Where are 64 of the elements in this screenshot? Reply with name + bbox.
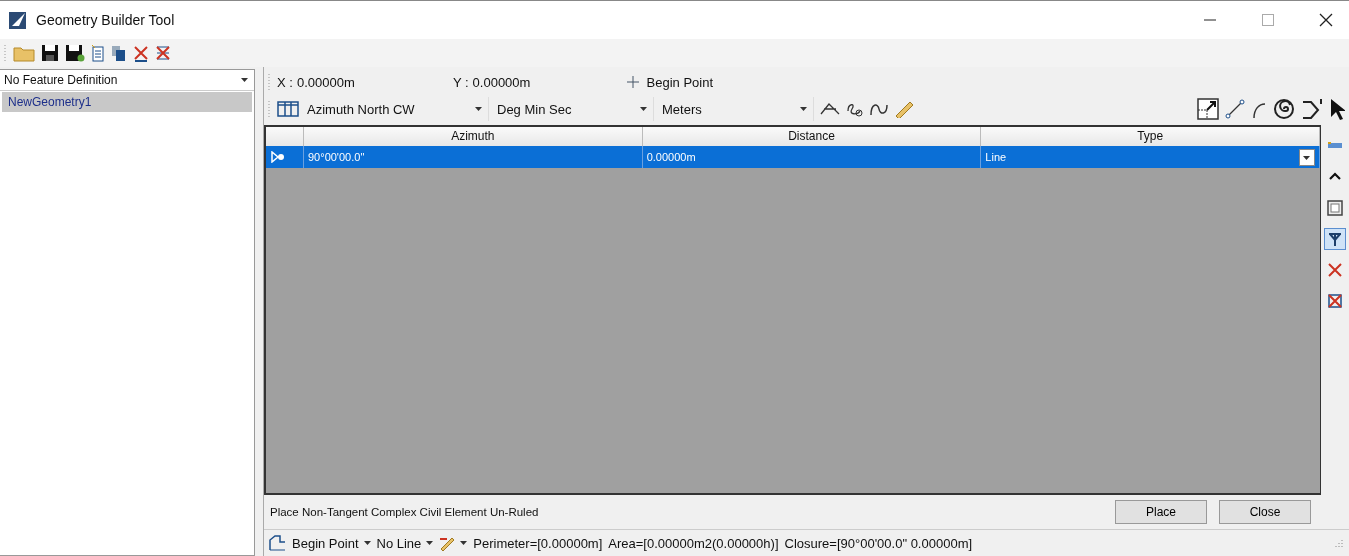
x-value[interactable]: 0.00000m — [296, 74, 447, 90]
caret-icon — [241, 78, 248, 82]
pencil-icon — [439, 535, 456, 551]
feature-dropdown[interactable]: No Feature Definition — [0, 70, 254, 91]
close-icon[interactable] — [1319, 13, 1333, 27]
spiral-curve-icon[interactable] — [846, 101, 864, 117]
resize-grip-icon[interactable] — [1335, 539, 1343, 547]
document-icon[interactable] — [91, 44, 105, 62]
grip-icon — [268, 73, 271, 91]
app-logo-icon — [8, 10, 28, 30]
y-label: Y : — [452, 74, 469, 90]
closure-text: Closure=[90°00'00.0" 0.00000m] — [784, 535, 973, 551]
dropdown-button[interactable] — [1299, 149, 1315, 166]
direction-dropdown[interactable]: Azimuth North CW — [305, 97, 489, 121]
prompt-text: Place Non-Tangent Complex Civil Element Un-Ruled — [270, 506, 539, 518]
window-title: Geometry Builder Tool — [36, 12, 175, 28]
frame-icon[interactable] — [1324, 197, 1346, 219]
column-header[interactable]: Type — [981, 127, 1320, 146]
units-dropdown[interactable]: Meters — [660, 97, 814, 121]
grip-icon — [268, 100, 271, 118]
caret-icon — [640, 107, 647, 111]
caret-icon — [460, 541, 468, 545]
column-header[interactable]: Distance — [642, 127, 982, 146]
grip-icon — [4, 44, 7, 62]
point-mode-label: Begin Point — [646, 74, 714, 90]
copy-icon[interactable] — [111, 44, 127, 62]
y-value[interactable]: 0.00000m — [472, 74, 623, 90]
ruler-icon[interactable] — [894, 100, 914, 118]
pointer-icon[interactable] — [1329, 98, 1345, 120]
s-curve-icon[interactable] — [870, 101, 888, 117]
dialog-button[interactable]: Close — [1219, 500, 1311, 524]
column-header[interactable]: Azimuth — [304, 127, 643, 146]
columns-icon[interactable] — [277, 101, 299, 117]
caret-icon — [475, 107, 482, 111]
crosshair-icon — [626, 76, 639, 88]
delete-all-icon[interactable] — [155, 44, 171, 62]
caret-icon — [1303, 155, 1311, 160]
caret-icon — [800, 107, 807, 111]
line-segment-icon[interactable] — [1225, 99, 1245, 119]
save-icon[interactable] — [41, 44, 59, 62]
dialog-button[interactable]: Place — [1115, 500, 1207, 524]
polyline-icon[interactable] — [268, 534, 286, 552]
table-cell: 90°00'00.0" — [308, 151, 365, 163]
table-row[interactable]: 90°00'00.0" 0.00000m Line — [266, 146, 1320, 168]
caret-icon — [363, 541, 371, 545]
resize-icon[interactable] — [1197, 98, 1219, 120]
table-cell: 0.00000m — [646, 151, 696, 163]
curve-fit-icon[interactable] — [820, 101, 840, 117]
angle-format-dropdown[interactable]: Deg Min Sec — [495, 97, 654, 121]
pencil-dropdown[interactable] — [439, 535, 468, 551]
delete-icon[interactable] — [133, 44, 149, 62]
x-label: X : — [277, 74, 293, 90]
save-as-icon[interactable] — [65, 44, 85, 62]
caret-icon — [426, 541, 434, 545]
row-pointer-icon — [270, 151, 286, 163]
area-text: Area=[0.00000m2(0.00000h)] — [608, 535, 779, 551]
perimeter-text: Perimeter=[0.00000m] — [473, 535, 603, 551]
transition-curve-icon[interactable] — [1301, 98, 1323, 120]
spiral-icon[interactable] — [1273, 98, 1295, 120]
line-type-dropdown[interactable]: No Line — [376, 535, 434, 551]
start-point-dropdown[interactable]: Begin Point — [292, 535, 371, 551]
row-header-corner — [266, 127, 304, 146]
geometry-list-item[interactable]: NewGeometry1 — [2, 92, 252, 112]
table-cell: Line — [985, 151, 1007, 163]
